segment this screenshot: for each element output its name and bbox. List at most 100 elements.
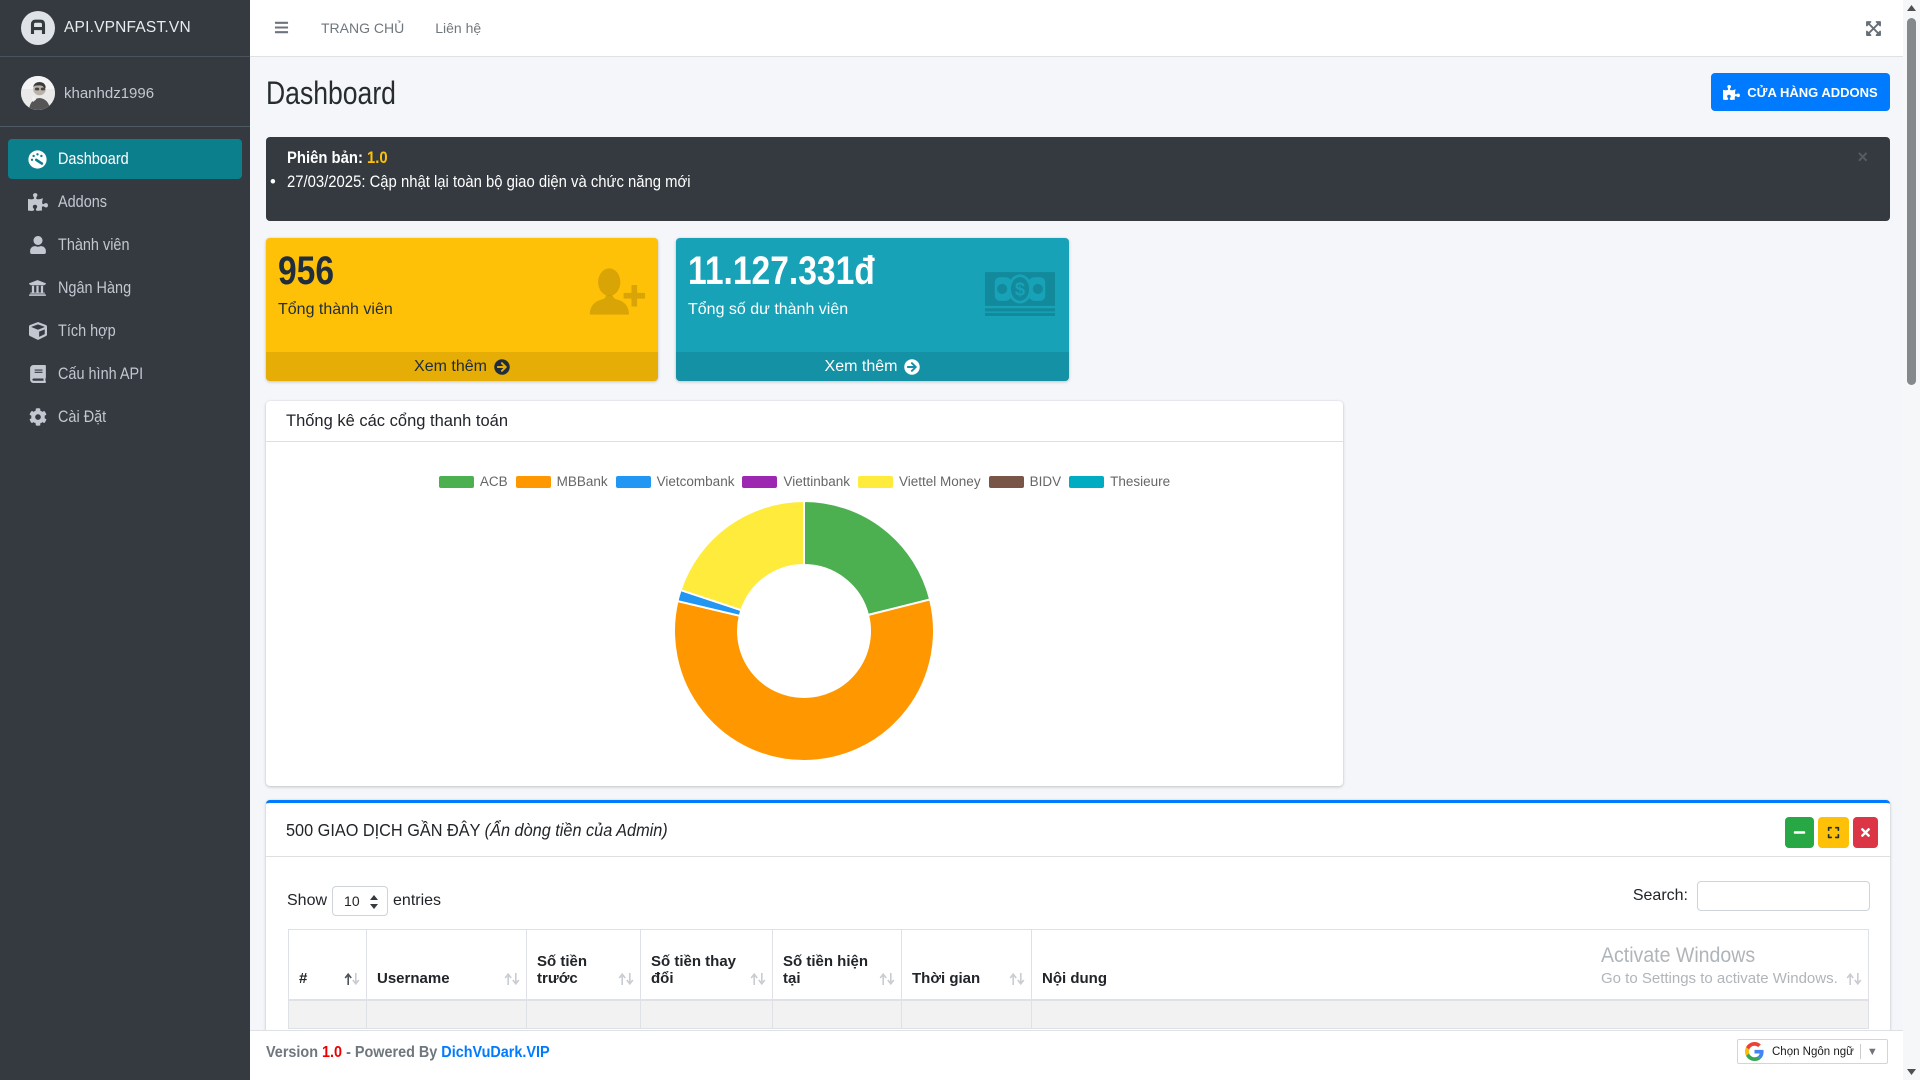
money-icon: $ <box>985 272 1055 321</box>
scrollbar-thumb[interactable] <box>1907 18 1916 385</box>
sidebar-item-dashboard[interactable]: Dashboard <box>8 139 242 179</box>
book-icon <box>27 364 48 384</box>
legend-item-bidv[interactable]: BIDV <box>989 474 1062 489</box>
language-select-label: Chọn Ngôn ngữ <box>1772 1046 1854 1058</box>
transactions-card-header: 500 GIAO DỊCH GẦN ĐÂY (Ẩn dòng tiền của … <box>266 803 1890 857</box>
legend-label: Viettel Money <box>899 474 981 489</box>
sidebar-item-th-nh-vi-n[interactable]: Thành viên <box>8 225 242 265</box>
column-label: Thời gian <box>912 970 980 987</box>
column-label: # <box>299 970 307 987</box>
sidebar-item-ng-n-h-ng[interactable]: Ngân Hàng <box>8 268 242 308</box>
legend-item-vietcombank[interactable]: Vietcombank <box>616 474 735 489</box>
sort-icons <box>504 972 520 986</box>
close-button[interactable] <box>1853 817 1878 848</box>
sort-icons <box>1846 972 1862 986</box>
column-label: Số tiền thay đổi <box>651 953 736 987</box>
balance-amount: 11.127.331đ <box>688 249 875 294</box>
puzzle-icon <box>1723 85 1740 100</box>
main-footer: Version 1.0 - Powered By DichVuDark.VIP … <box>250 1030 1920 1080</box>
alert-note: 27/03/2025: Cập nhật lại toàn bộ giao di… <box>287 173 691 192</box>
column-header-username[interactable]: Username <box>367 930 527 1000</box>
separator <box>1860 1044 1861 1059</box>
navbar-link-1[interactable]: Liên hệ <box>435 20 481 36</box>
legend-item-viettel-money[interactable]: Viettel Money <box>858 474 981 489</box>
footer-version-label: Version <box>266 1044 318 1061</box>
alert-close-icon[interactable]: × <box>1857 148 1868 166</box>
column-label: Số tiền trước <box>537 953 587 987</box>
legend-swatch <box>858 476 893 488</box>
scroll-down-icon[interactable] <box>1903 1064 1920 1080</box>
language-select[interactable]: Chọn Ngôn ngữ ▼ <box>1737 1039 1888 1064</box>
alert-bullet: • <box>270 173 276 192</box>
chart-card-title: Thống kê các cổng thanh toán <box>286 412 508 431</box>
members-see-more[interactable]: Xem thêm <box>266 352 658 381</box>
search-input[interactable] <box>1697 881 1870 911</box>
footer-text: Version 1.0 - Powered By DichVuDark.VIP <box>266 1044 550 1062</box>
column-header-th-i-gian[interactable]: Thời gian <box>902 930 1032 1000</box>
alert-version-line: Phiên bản: 1.0 <box>287 149 388 168</box>
donut-slice-mbbank[interactable] <box>674 599 934 761</box>
column-header-s-ti-n-tr-c[interactable]: Số tiền trước <box>527 930 641 1000</box>
table-cell <box>1032 1000 1869 1029</box>
legend-item-mbbank[interactable]: MBBank <box>516 474 608 489</box>
select-arrows-icon <box>369 894 379 915</box>
footer-brand-link[interactable]: DichVuDark.VIP <box>441 1044 549 1061</box>
column-header-index[interactable]: # <box>289 930 367 1000</box>
table-cell <box>527 1000 641 1029</box>
legend-item-viettinbank[interactable]: Viettinbank <box>742 474 850 489</box>
expand-icon <box>1827 826 1840 839</box>
legend-item-acb[interactable]: ACB <box>439 474 508 489</box>
user-panel: khanhdz1996 <box>0 57 250 127</box>
transactions-card-subtitle: (Ẩn dòng tiền của Admin) <box>485 820 668 840</box>
navbar-link-0[interactable]: TRANG CHỦ <box>321 20 404 36</box>
sidebar-item-label: Thành viên <box>58 235 130 255</box>
entries-label: entries <box>393 892 441 910</box>
sidebar-item-t-ch-h-p[interactable]: Tích hợp <box>8 311 242 351</box>
scroll-up-icon[interactable] <box>1903 0 1920 16</box>
donut-slice-viettel-money[interactable] <box>681 501 804 610</box>
collapse-button[interactable] <box>1785 817 1814 848</box>
fullscreen-icon[interactable] <box>1865 20 1882 37</box>
table-cell <box>902 1000 1032 1029</box>
navbar-links: TRANG CHỦ Liên hệ <box>321 0 481 56</box>
donut-chart <box>669 496 939 766</box>
sidebar-item-c-i-t[interactable]: Cài Đặt <box>8 397 242 437</box>
search-label: Search: <box>1633 887 1688 905</box>
close-icon <box>1859 826 1872 839</box>
page-scrollbar[interactable] <box>1903 0 1920 1080</box>
column-header-s-ti-n-thay-i[interactable]: Số tiền thay đổi <box>641 930 773 1000</box>
sidebar-item-label: Tích hợp <box>58 321 116 341</box>
search-control: Search: <box>1633 881 1870 911</box>
legend-item-thesieure[interactable]: Thesieure <box>1069 474 1170 489</box>
sidebar-item-label: Ngân Hàng <box>58 278 131 298</box>
bank-icon <box>27 278 48 298</box>
avatar[interactable] <box>21 76 55 110</box>
page-length-select[interactable]: 10 <box>332 886 388 916</box>
addons-store-button[interactable]: CỬA HÀNG ADDONS <box>1711 73 1890 111</box>
sidebar-item-c-u-h-nh-api[interactable]: Cấu hình API <box>8 354 242 394</box>
sidebar-nav: DashboardAddons Thành viên Ngân Hàng Tích h… <box>0 139 250 440</box>
menu-toggle-icon[interactable] <box>273 20 290 35</box>
payment-stats-card: Thống kê các cổng thanh toán ACB MBBank Vi… <box>266 401 1343 786</box>
column-label: Username <box>377 970 450 987</box>
balance-label: Tổng số dư thành viên <box>688 301 848 319</box>
balance-info-box: 11.127.331đ Tổng số dư thành viên $ Xem … <box>676 238 1069 381</box>
card-tools <box>1785 817 1878 848</box>
members-count: 956 <box>278 249 334 294</box>
chart-legend: ACB MBBank Vietcombank Viettinbank Viettel M… <box>266 474 1343 489</box>
sort-icons <box>618 972 634 986</box>
activate-windows-watermark: Activate Windows Go to Settings to activ… <box>1601 944 1838 987</box>
balance-see-more[interactable]: Xem thêm <box>676 352 1069 381</box>
sort-icons <box>750 972 766 986</box>
column-label: Số tiền hiện tại <box>783 953 868 987</box>
column-header-s-ti-n-hi-n-t-i[interactable]: Số tiền hiện tại <box>773 930 902 1000</box>
brand[interactable]: API.VPNFAST.VN <box>0 0 250 57</box>
legend-label: ACB <box>480 474 508 489</box>
maximize-button[interactable] <box>1818 817 1849 848</box>
tachometer-icon <box>27 149 48 169</box>
legend-label: MBBank <box>557 474 608 489</box>
sidebar-username[interactable]: khanhdz1996 <box>64 85 154 102</box>
alert-version-value: 1.0 <box>367 149 388 167</box>
sidebar-item-addons[interactable]: Addons <box>8 182 242 222</box>
donut-slice-acb[interactable] <box>804 501 930 615</box>
